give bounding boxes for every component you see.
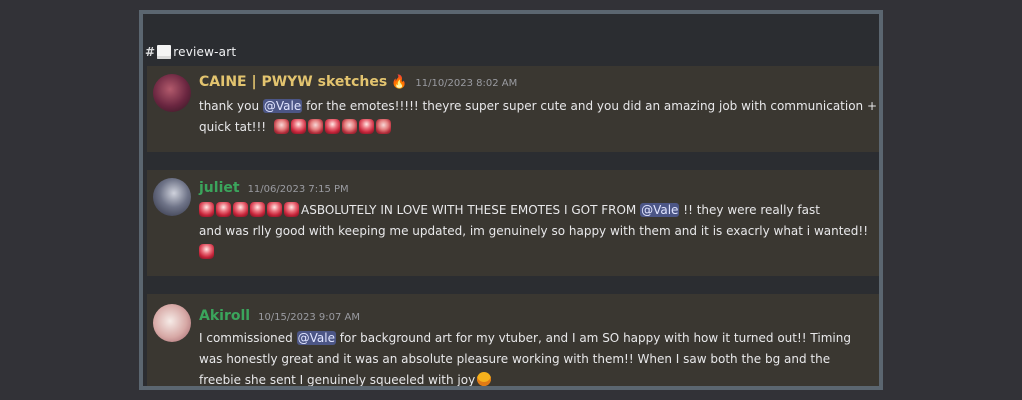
emote-icon[interactable] (324, 119, 340, 134)
avatar[interactable] (153, 74, 191, 112)
emote-icon[interactable] (375, 119, 391, 134)
mention-vale[interactable]: @Vale (640, 203, 680, 217)
emote-icon[interactable] (341, 119, 357, 134)
channel-header[interactable]: # review-art (143, 38, 879, 66)
review-art-channel-view: # review-art CAINE | PWYW sketches 🔥 11/… (139, 10, 883, 390)
emote-icon[interactable] (250, 202, 265, 217)
emote-icon[interactable] (273, 119, 289, 134)
mention-vale[interactable]: @Vale (262, 99, 303, 113)
emote-icon[interactable] (358, 119, 374, 134)
fire-icon: 🔥 (391, 75, 408, 90)
emote-icon[interactable] (199, 244, 214, 259)
mention-vale[interactable]: @Vale (296, 331, 336, 345)
message-content: ASBOLUTELY IN LOVE WITH THESE EMOTES I G… (199, 200, 879, 263)
emote-icon[interactable] (267, 202, 282, 217)
message-juliet[interactable]: juliet 11/06/2023 7:15 PM ASBOLUTELY IN … (147, 170, 879, 276)
avatar[interactable] (153, 304, 191, 342)
emote-icon[interactable] (307, 119, 323, 134)
emote-icon[interactable] (216, 202, 231, 217)
username[interactable]: CAINE | PWYW sketches (199, 74, 387, 90)
message-content: thank you @Vale for the emotes!!!!! they… (199, 99, 878, 134)
message-content: I commissioned @Vale for background art … (199, 331, 851, 387)
page-icon (157, 45, 172, 59)
message-akiroll[interactable]: Akiroll 10/15/2023 9:07 AM I commissione… (147, 294, 879, 387)
timestamp[interactable]: 11/06/2023 7:15 PM (248, 184, 349, 195)
channel-name: review-art (173, 45, 237, 59)
username[interactable]: Akiroll (199, 308, 250, 324)
username[interactable]: juliet (199, 180, 240, 196)
timestamp[interactable]: 11/10/2023 8:02 AM (415, 78, 517, 89)
emote-icon[interactable] (284, 202, 299, 217)
grinning-face-icon[interactable] (477, 372, 492, 386)
channel-hash: # (145, 45, 156, 59)
emote-icon[interactable] (199, 202, 214, 217)
timestamp[interactable]: 10/15/2023 9:07 AM (258, 312, 360, 323)
emote-icon[interactable] (233, 202, 248, 217)
emote-icon[interactable] (290, 119, 306, 134)
avatar[interactable] (153, 178, 191, 216)
message-caine[interactable]: CAINE | PWYW sketches 🔥 11/10/2023 8:02 … (147, 66, 879, 152)
